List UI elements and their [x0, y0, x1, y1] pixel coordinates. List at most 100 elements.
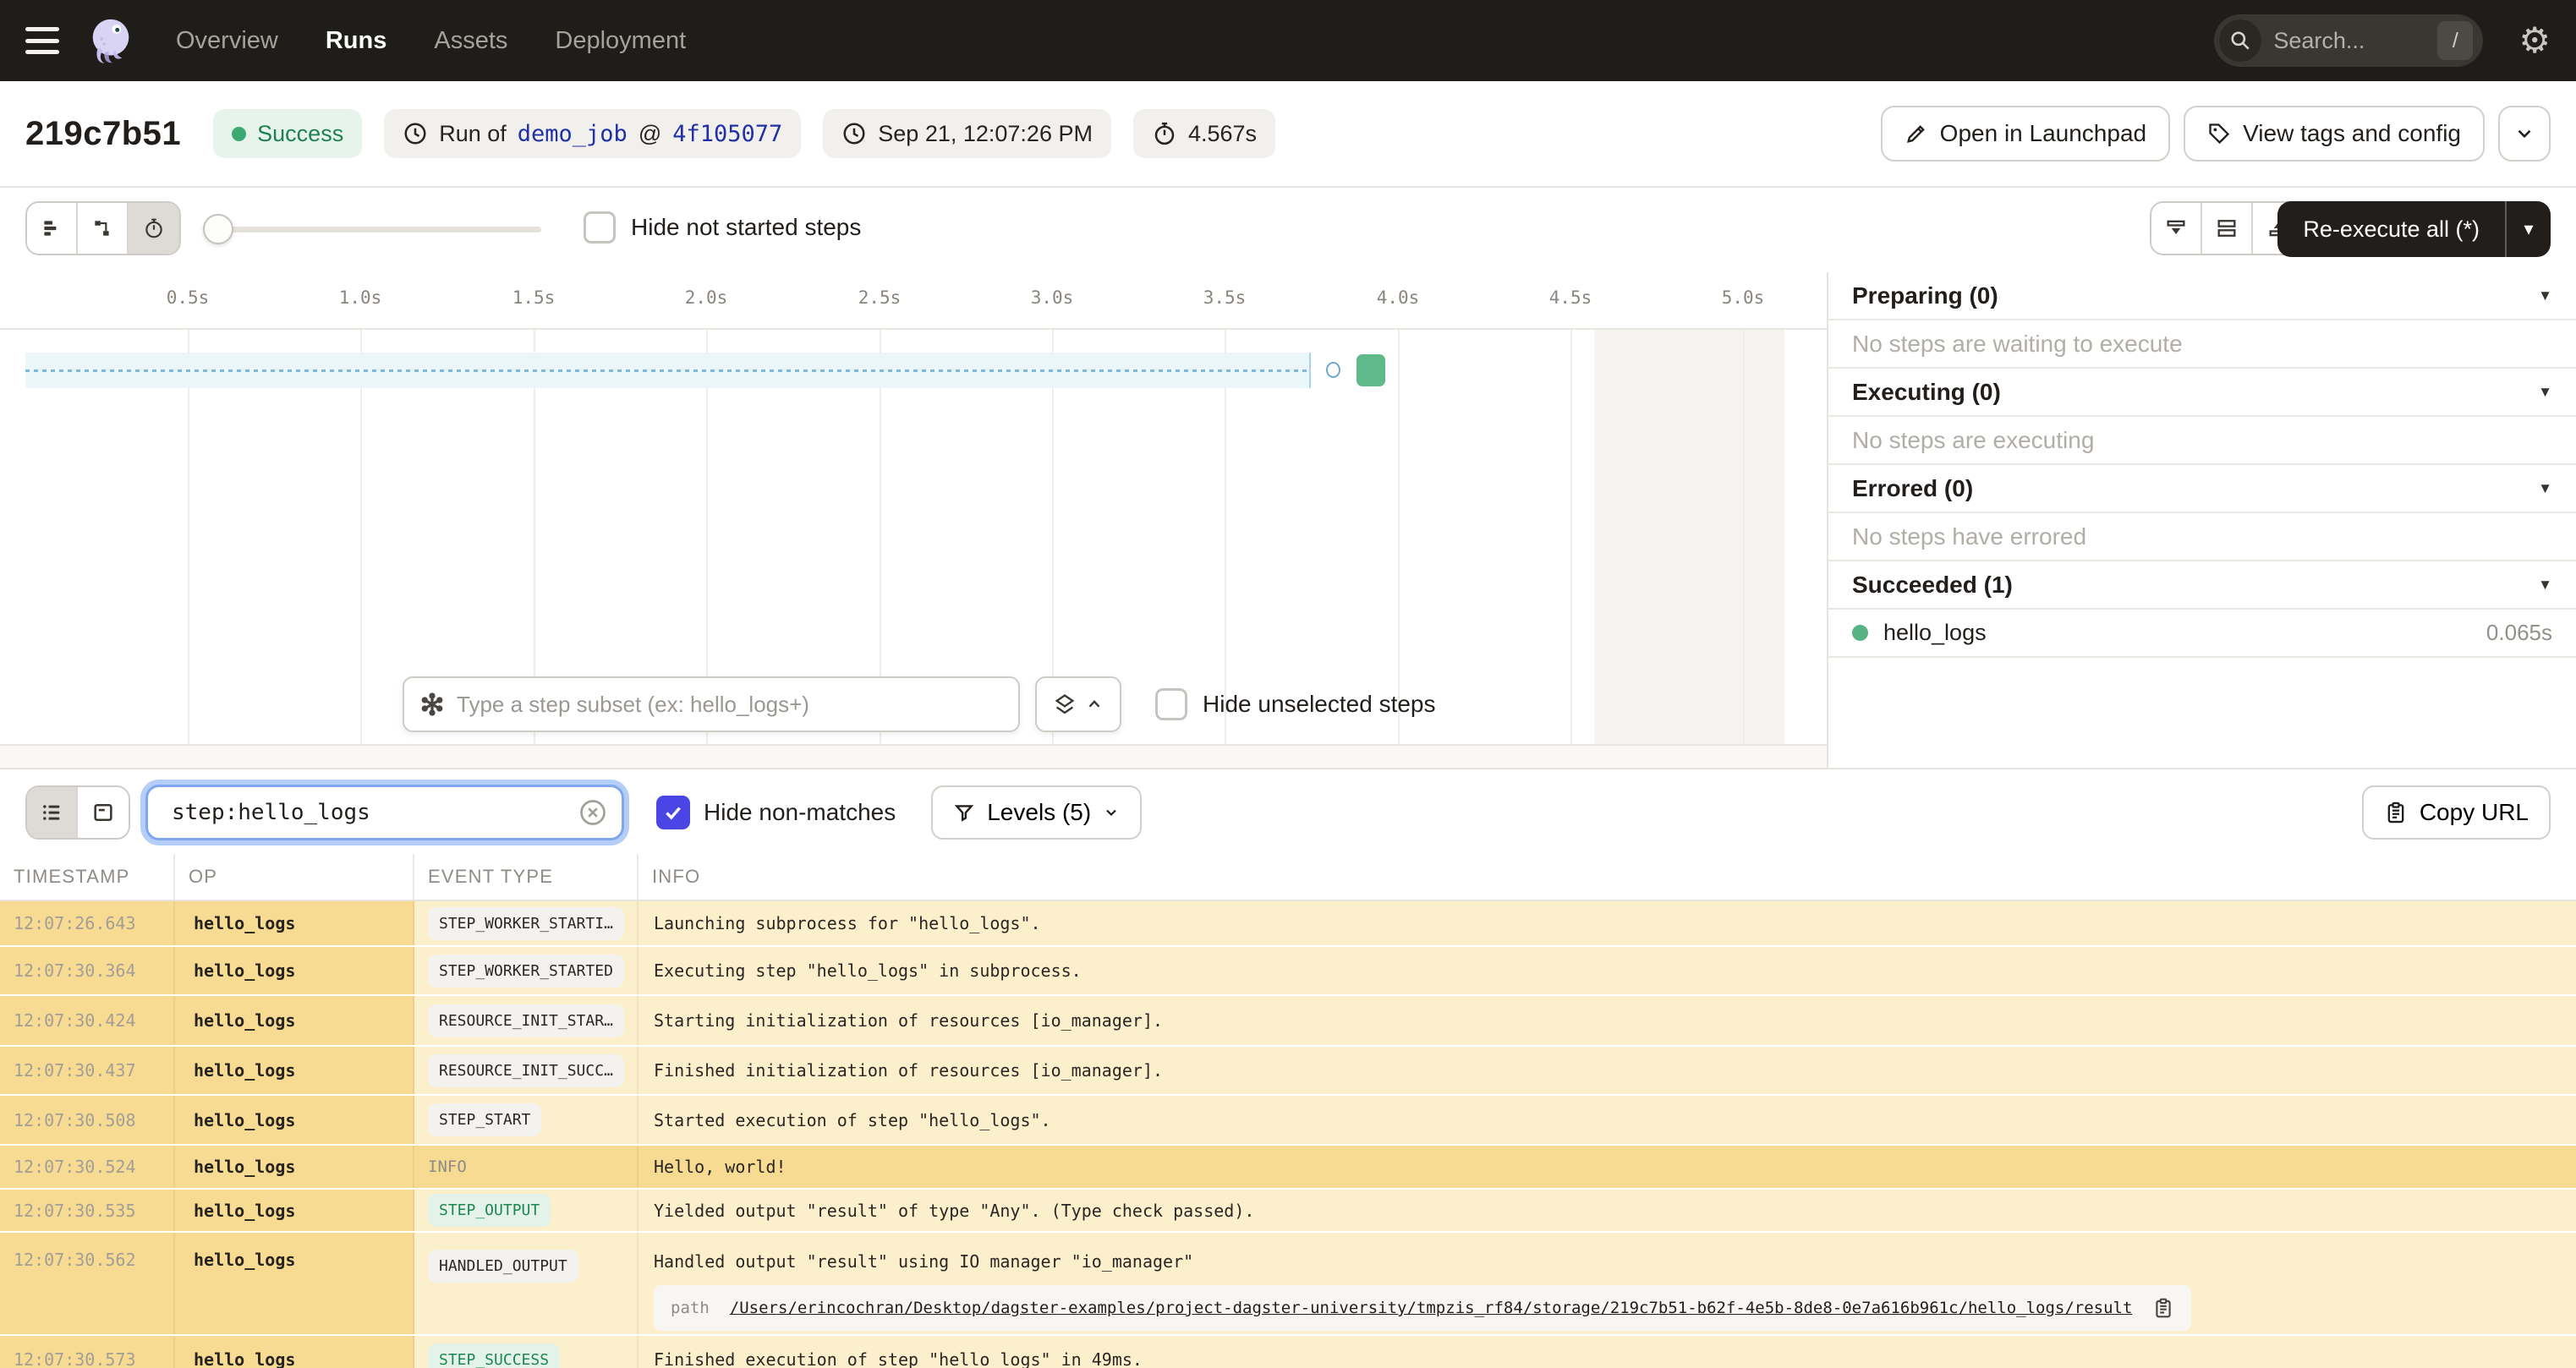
duration-pill: 4.567s	[1132, 109, 1276, 158]
gantt-zoom-slider-handle[interactable]	[203, 214, 233, 244]
hide-non-matches-label: Hide non-matches	[704, 799, 896, 825]
status-badge: Success	[213, 109, 363, 158]
log-filter-input[interactable]	[172, 800, 578, 825]
log-list-view-button[interactable]	[27, 787, 78, 838]
page-title: 219c7b51	[25, 114, 182, 152]
run-of-pill: Run of demo_job @ 4f105077	[384, 109, 802, 158]
nav-item-assets[interactable]: Assets	[434, 27, 507, 55]
chevron-down-icon: ▼	[2538, 383, 2552, 400]
gantt-view-mode-group	[25, 201, 181, 255]
graph-query-toggle-button[interactable]	[1035, 676, 1121, 732]
chevron-down-icon: ▼	[2538, 479, 2552, 496]
log-row[interactable]: 12:07:30.508 hello_logs STEP_START Start…	[0, 1096, 2576, 1146]
event-type-chip: HANDLED_OUTPUT	[428, 1250, 578, 1283]
panel-collapse-down-icon	[2167, 220, 2185, 234]
collapse-bottom-panel-button[interactable]	[2151, 203, 2202, 254]
log-row[interactable]: 12:07:26.643 hello_logs STEP_WORKER_STAR…	[0, 901, 2576, 947]
stopwatch-view-icon	[145, 218, 162, 238]
op-selector-icon	[421, 692, 443, 716]
gantt-zoom-slider[interactable]	[213, 227, 541, 233]
copy-path-icon[interactable]	[2152, 1297, 2174, 1319]
preparing-empty-state: No steps are waiting to execute	[1828, 320, 2576, 369]
global-search[interactable]: /	[2214, 14, 2484, 67]
log-row[interactable]: 12:07:30.524 hello_logs INFO Hello, worl…	[0, 1146, 2576, 1190]
nav-item-overview[interactable]: Overview	[176, 27, 278, 55]
reexecute-dropdown-caret[interactable]: ▾	[2507, 201, 2551, 257]
chevron-down-icon: ▼	[2538, 287, 2552, 304]
log-filter-field[interactable]	[145, 785, 624, 840]
log-row[interactable]: 12:07:30.424 hello_logs RESOURCE_INIT_ST…	[0, 996, 2576, 1047]
history-icon	[404, 123, 426, 145]
event-type-chip: RESOURCE_INIT_STAR…	[428, 1004, 624, 1037]
col-timestamp: TIMESTAMP	[0, 854, 175, 900]
gantt-footer-strip	[0, 744, 1827, 768]
log-row[interactable]: 12:07:30.573 hello_logs STEP_SUCCESS Fin…	[0, 1336, 2576, 1368]
gear-icon[interactable]: ⚙	[2518, 23, 2551, 58]
event-type-chip: STEP_WORKER_STARTED	[428, 954, 624, 988]
clock-icon	[843, 123, 865, 145]
waterfall-icon	[95, 221, 109, 236]
job-link[interactable]: demo_job	[518, 121, 628, 147]
step-duration: 0.065s	[2486, 620, 2552, 645]
split-panels-button[interactable]	[2202, 203, 2253, 254]
hamburger-menu-icon[interactable]	[25, 27, 59, 54]
chevron-down-icon: ▼	[2538, 576, 2552, 593]
log-table: TIMESTAMP OP EVENT TYPE INFO 12:07:26.64…	[0, 854, 2576, 1368]
errored-empty-state: No steps have errored	[1828, 513, 2576, 561]
run-status-panel: Preparing (0) ▼ No steps are waiting to e…	[1827, 272, 2576, 768]
waterfall-view-button[interactable]	[78, 203, 129, 254]
layers-icon	[1055, 694, 1075, 714]
chevron-down-icon	[2518, 129, 2531, 139]
output-path-link[interactable]: /Users/erincochran/Desktop/dagster-examp…	[730, 1299, 2133, 1317]
log-structured-view-button[interactable]	[78, 787, 129, 838]
section-executing[interactable]: Executing (0) ▼	[1828, 369, 2576, 417]
section-errored[interactable]: Errored (0) ▼	[1828, 465, 2576, 513]
dagster-logo-icon[interactable]	[85, 14, 137, 67]
check-icon	[666, 807, 681, 820]
nav-links: Overview Runs Assets Deployment	[176, 27, 686, 55]
clear-filter-icon[interactable]	[578, 797, 608, 828]
chevron-down-icon	[1106, 809, 1116, 817]
log-row[interactable]: 12:07:30.437 hello_logs RESOURCE_INIT_SU…	[0, 1047, 2576, 1096]
step-subset-field[interactable]	[403, 676, 1020, 732]
flat-view-button[interactable]	[27, 203, 78, 254]
step-waiting-band	[25, 353, 1311, 388]
hide-unselected-label: Hide unselected steps	[1203, 691, 1436, 717]
search-shortcut-badge: /	[2437, 21, 2474, 60]
copy-url-button[interactable]: Copy URL	[2361, 785, 2551, 840]
after-run-shade	[1594, 330, 1784, 744]
event-type-chip: STEP_SUCCESS	[428, 1343, 561, 1368]
structured-view-icon	[94, 803, 112, 822]
commit-link[interactable]: 4f105077	[672, 121, 782, 147]
hide-non-matches-checkbox[interactable]	[656, 796, 690, 829]
log-row[interactable]: 12:07:30.535 hello_logs STEP_OUTPUT Yiel…	[0, 1190, 2576, 1233]
event-level-label: INFO	[428, 1157, 467, 1176]
col-event-type: EVENT TYPE	[414, 854, 639, 900]
timing-view-button[interactable]	[129, 203, 179, 254]
search-icon	[2219, 19, 2262, 62]
nav-item-deployment[interactable]: Deployment	[555, 27, 686, 55]
section-succeeded[interactable]: Succeeded (1) ▼	[1828, 561, 2576, 610]
log-row[interactable]: 12:07:30.562 hello_logs HANDLED_OUTPUT H…	[0, 1233, 2576, 1336]
view-tags-config-button[interactable]: View tags and config	[2184, 106, 2485, 161]
succeeded-step-row[interactable]: hello_logs 0.065s	[1828, 610, 2576, 658]
log-row[interactable]: 12:07:30.364 hello_logs STEP_WORKER_STAR…	[0, 947, 2576, 996]
gantt-section: Hide not started steps Re-execute all (*…	[0, 188, 2576, 768]
hide-not-started-checkbox[interactable]	[584, 211, 616, 244]
open-in-launchpad-button[interactable]: Open in Launchpad	[1880, 106, 2171, 161]
header-more-actions-button[interactable]	[2498, 106, 2551, 161]
step-execution-bar[interactable]	[1357, 354, 1385, 386]
hide-unselected-checkbox[interactable]	[1155, 688, 1187, 720]
step-waiting-dotted-line	[25, 369, 1309, 372]
step-subset-input[interactable]	[457, 691, 1003, 718]
tag-icon	[2209, 123, 2230, 145]
search-input[interactable]	[2261, 27, 2438, 54]
list-view-icon	[43, 805, 60, 820]
nav-item-runs[interactable]: Runs	[326, 27, 387, 55]
step-success-dot-icon	[1852, 625, 1868, 641]
clipboard-icon	[2387, 802, 2404, 824]
levels-dropdown[interactable]: Levels (5)	[931, 785, 1143, 840]
section-preparing[interactable]: Preparing (0) ▼	[1828, 272, 2576, 320]
executing-empty-state: No steps are executing	[1828, 417, 2576, 465]
reexecute-all-button[interactable]: Re-execute all (*) ▾	[2277, 201, 2551, 257]
